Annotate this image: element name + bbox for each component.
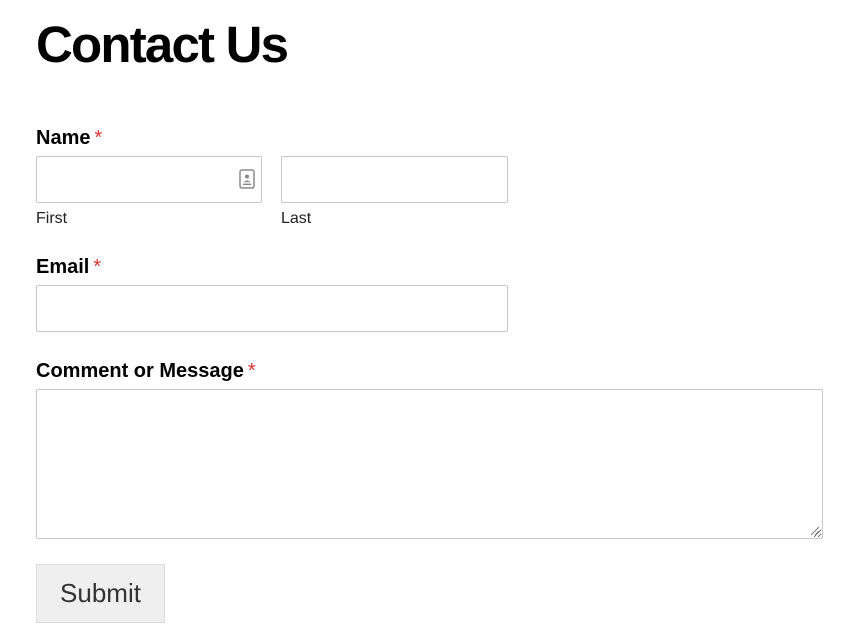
submit-button[interactable]: Submit xyxy=(36,564,165,623)
first-name-sublabel: First xyxy=(36,210,68,227)
message-label-text: Comment or Message xyxy=(36,360,244,382)
last-name-input[interactable] xyxy=(281,156,508,203)
required-marker: * xyxy=(93,256,102,278)
required-marker: * xyxy=(247,360,256,382)
name-label: Name * xyxy=(36,126,102,150)
message-label: Comment or Message * xyxy=(36,359,256,383)
name-label-text: Name xyxy=(36,127,91,149)
contact-card-icon[interactable] xyxy=(239,169,255,189)
first-name-input[interactable] xyxy=(36,156,262,203)
required-marker: * xyxy=(94,127,103,149)
resize-grip-icon[interactable] xyxy=(810,526,820,536)
email-input[interactable] xyxy=(36,285,508,332)
email-label: Email * xyxy=(36,255,101,279)
message-textarea[interactable] xyxy=(36,389,823,539)
page-title: Contact Us xyxy=(36,16,289,73)
last-name-sublabel: Last xyxy=(281,210,312,227)
email-label-text: Email xyxy=(36,256,90,278)
